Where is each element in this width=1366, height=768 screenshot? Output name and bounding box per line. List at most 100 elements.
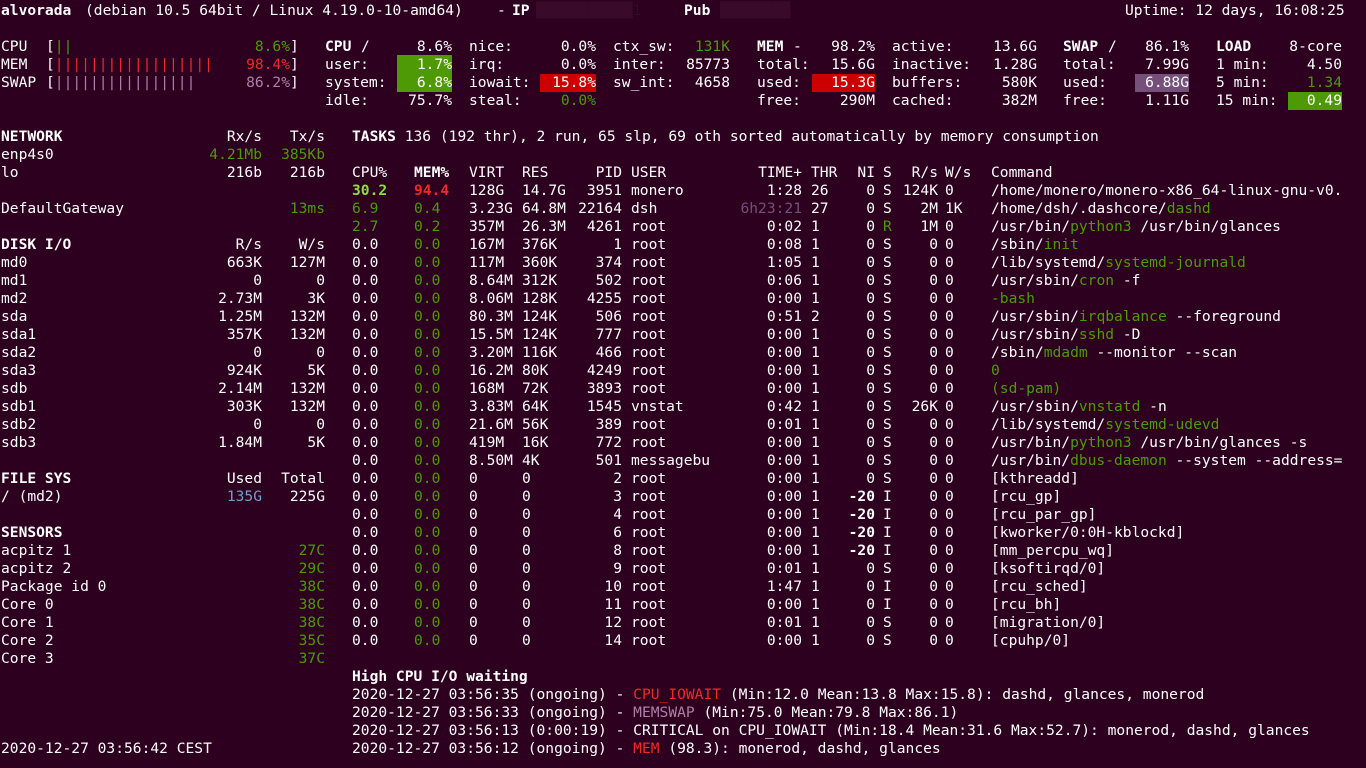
proc-res: 72K (522, 380, 549, 397)
cpu-user-label: user: (325, 56, 369, 73)
command-name: cron (1078, 272, 1115, 289)
tasks-label: TASKS (352, 128, 396, 145)
proc-pid: 772 (595, 434, 622, 451)
ql-bracket: ] (290, 38, 299, 55)
dash-sep: - (497, 2, 506, 19)
col-ws[interactable]: W/s (945, 164, 971, 182)
proc-command[interactable]: [rcu_bh] (991, 596, 1061, 614)
proc-write: 0 (945, 434, 954, 451)
command-path: [ksoftirqd/0] (991, 560, 1106, 577)
proc-pid: 501 (595, 452, 622, 469)
proc-command[interactable]: [rcu_sched] (991, 578, 1088, 596)
proc-command[interactable]: /usr/sbin/irqbalance --foreground (991, 308, 1281, 326)
proc-read: 0 (929, 308, 938, 325)
proc-command[interactable]: /home/monero/monero-x86_64-linux-gnu-v0. (991, 182, 1342, 200)
command-path: /usr/sbin/ (991, 326, 1079, 343)
proc-cpu: 0.0 (352, 632, 379, 649)
proc-command[interactable]: 0 (991, 362, 1000, 380)
proc-read: 0 (929, 542, 938, 559)
swap-title: SWAP (1063, 38, 1099, 55)
inter-value: 85773 (686, 56, 730, 73)
proc-pid: 777 (595, 326, 622, 343)
proc-res: 4K (522, 452, 540, 469)
col-pid[interactable]: PID (580, 164, 622, 182)
col-mem[interactable]: MEM% (414, 164, 449, 182)
proc-command[interactable]: [kworker/0:0H-kblockd] (991, 524, 1184, 542)
proc-command[interactable]: [kthreadd] (991, 470, 1079, 488)
proc-command[interactable]: [mm_percpu_wq] (991, 542, 1114, 560)
proc-command[interactable]: [migration/0] (991, 614, 1105, 632)
command-args: --system --address= (1166, 452, 1343, 469)
mem-total-value: 15.6G (831, 56, 875, 73)
col-thr[interactable]: THR (811, 164, 837, 182)
network-tx: 385Kb (281, 146, 325, 163)
proc-time: 0:42 (766, 398, 802, 415)
proc-command[interactable]: /usr/sbin/sshd -D (991, 326, 1140, 344)
proc-command[interactable]: /usr/bin/dbus-daemon --system --address= (991, 452, 1342, 470)
disk-name: sdb (1, 380, 28, 397)
proc-command[interactable]: /lib/systemd/systemd-udevd (991, 416, 1219, 434)
col-rs[interactable]: R/s (900, 164, 938, 182)
proc-virt: 8.50M (469, 452, 513, 469)
col-ni[interactable]: NI (845, 164, 875, 182)
proc-pid: 506 (595, 308, 622, 325)
proc-read: 0 (929, 380, 938, 397)
proc-command[interactable]: /home/dsh/.dashcore/dashd (991, 200, 1211, 218)
disk-read: 1.84M (218, 434, 262, 451)
command-args: -n (1140, 398, 1167, 415)
proc-thr: 1 (811, 326, 820, 343)
proc-command[interactable]: -bash (991, 290, 1035, 308)
col-res[interactable]: RES (522, 164, 548, 182)
command-path: [rcu_gp] (991, 488, 1062, 505)
col-user[interactable]: USER (631, 164, 666, 182)
proc-virt: 128G (469, 182, 505, 199)
proc-thr: 1 (811, 416, 820, 433)
proc-virt: 117M (469, 254, 505, 271)
proc-command[interactable]: /usr/sbin/vnstatd -n (991, 398, 1167, 416)
col-s[interactable]: S (883, 164, 892, 182)
proc-command[interactable]: /sbin/mdadm --monitor --scan (991, 344, 1237, 362)
fs-used: 135G (226, 488, 262, 505)
command-args: -D (1114, 326, 1141, 343)
proc-user: root (631, 326, 667, 343)
proc-virt: 8.64M (469, 272, 513, 289)
proc-write: 0 (945, 524, 954, 541)
col-cpu[interactable]: CPU% (352, 164, 387, 182)
proc-mem: 0.0 (414, 272, 441, 289)
proc-nice: 0 (866, 308, 875, 325)
proc-command[interactable]: /usr/bin/python3 /usr/bin/glances (991, 218, 1281, 236)
ip-label: IP (512, 2, 530, 19)
proc-command[interactable]: [rcu_gp] (991, 488, 1061, 506)
cpu-irq-value: 0.0% (560, 56, 596, 73)
proc-time: 1:28 (766, 182, 802, 199)
proc-read: 0 (929, 488, 938, 505)
proc-pid: 14 (604, 632, 622, 649)
proc-command[interactable]: /sbin/init (991, 236, 1079, 254)
proc-user: root (631, 524, 667, 541)
alert-row: 2020-12-27 03:56:13 (0:00:19) - CRITICAL… (352, 722, 1310, 740)
proc-command[interactable]: (sd-pam) (991, 380, 1061, 398)
command-path: [migration/0] (991, 614, 1106, 631)
proc-thr: 27 (811, 200, 829, 217)
proc-cpu: 0.0 (352, 398, 379, 415)
proc-read: 0 (929, 434, 938, 451)
proc-command[interactable]: /usr/sbin/cron -f (991, 272, 1140, 290)
proc-thr: 1 (811, 344, 820, 361)
proc-pid: 8 (613, 542, 622, 559)
disk-read: 0 (253, 272, 262, 289)
proc-mem: 0.0 (414, 542, 441, 559)
col-command[interactable]: Command (991, 164, 1053, 182)
proc-command[interactable]: [ksoftirqd/0] (991, 560, 1105, 578)
proc-command[interactable]: [rcu_par_gp] (991, 506, 1096, 524)
col-virt[interactable]: VIRT (469, 164, 504, 182)
command-name: 0 (991, 362, 1000, 379)
proc-mem: 0.0 (414, 470, 441, 487)
command-path: /lib/systemd/ (991, 416, 1106, 433)
proc-nice: -20 (848, 524, 875, 541)
proc-virt: 3.20M (469, 344, 513, 361)
proc-command[interactable]: /lib/systemd/systemd-journald (991, 254, 1246, 272)
col-time[interactable]: TIME+ (730, 164, 802, 182)
proc-command[interactable]: [cpuhp/0] (991, 632, 1070, 650)
sensor-name: acpitz 1 (1, 542, 72, 559)
proc-command[interactable]: /usr/bin/python3 /usr/bin/glances -s (991, 434, 1307, 452)
